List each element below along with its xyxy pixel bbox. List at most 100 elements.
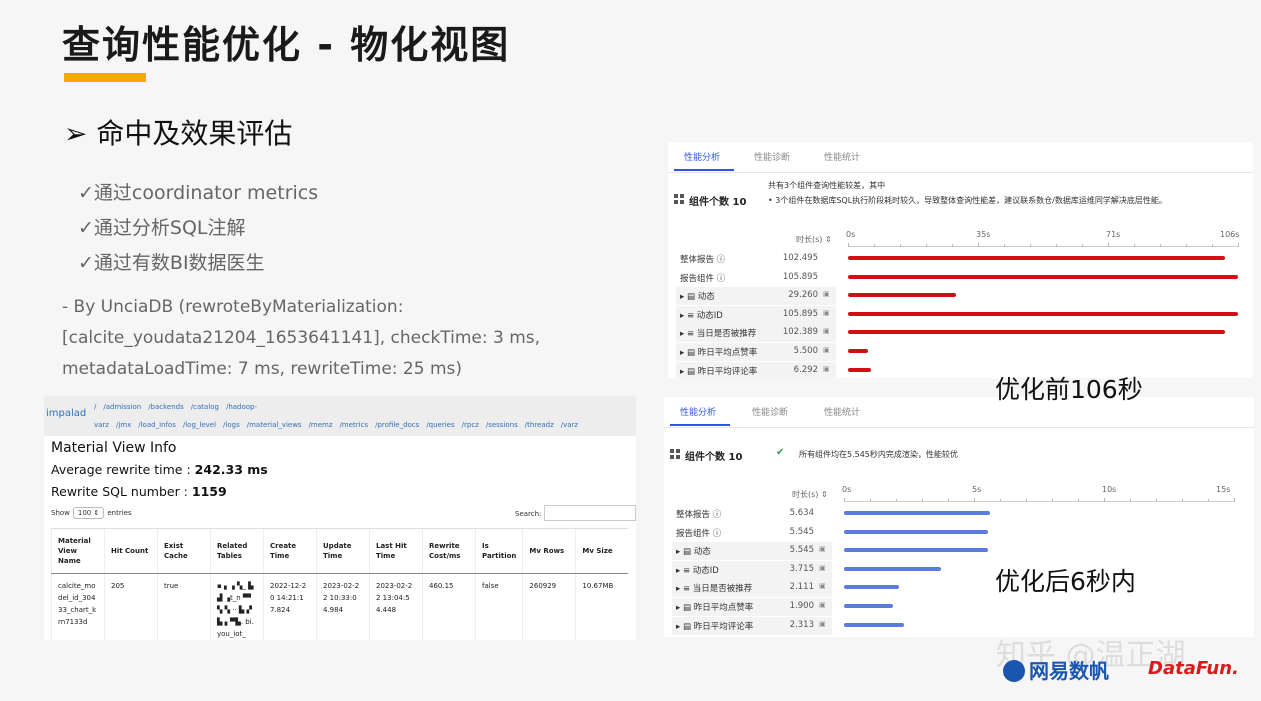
detail-icon[interactable]: ▣ [823, 346, 830, 354]
detail-icon[interactable]: ▣ [819, 545, 826, 553]
component-row-label[interactable]: ▸ ≡ 动态ID [676, 564, 719, 576]
slide-title: 查询性能优化 - 物化视图 [62, 23, 511, 67]
column-header[interactable]: Material View Name [51, 528, 105, 574]
column-header[interactable]: Is Partition [474, 528, 523, 574]
tab-performance-analysis[interactable]: 性能分析 [684, 150, 720, 163]
detail-icon[interactable]: ▣ [823, 365, 830, 373]
component-row-label[interactable]: ▸ ≡ 当日是否被推荐 [680, 327, 756, 339]
after-label: 优化后6秒内 [995, 567, 1136, 596]
detail-icon[interactable]: ▣ [819, 620, 826, 628]
nav-link[interactable]: /logs [223, 421, 240, 429]
duration-header[interactable]: 时长(s) ⇕ [796, 234, 832, 245]
nav-link[interactable]: /catalog [191, 403, 219, 411]
tab-performance-diagnosis[interactable]: 性能诊断 [754, 150, 790, 163]
nav-link[interactable]: / [94, 403, 96, 411]
perf-panel-after: 性能分析 性能诊断 性能统计 组件个数 10 ✔ 所有组件均在5.545秒内完成… [664, 397, 1254, 637]
impalad-brand[interactable]: impalad [46, 408, 86, 419]
axis-minor-tick [896, 499, 897, 502]
component-duration-value: 2.111 [789, 582, 814, 593]
avg-value: 242.33 ms [194, 462, 268, 477]
component-row-label[interactable]: ▸ ▤ 昨日平均点赞率 [680, 346, 757, 358]
axis-minor-tick [1026, 499, 1027, 502]
component-row-label[interactable]: ▸ ▤ 昨日平均点赞率 [676, 601, 753, 613]
show-label: Show [51, 509, 70, 517]
detail-icon[interactable]: ▣ [823, 327, 830, 335]
log-line: metadataLoadTime: 7 ms, rewriteTime: 25 … [62, 359, 462, 379]
duration-bar [844, 566, 941, 571]
component-row-label[interactable]: ▸ ▤ 昨日平均评论率 [676, 620, 753, 632]
component-duration-value: 102.389 [782, 327, 818, 338]
before-label: 优化前106秒 [995, 375, 1143, 404]
duration-bar [844, 548, 989, 553]
component-row-label[interactable]: ▸ ≡ 动态ID [680, 309, 723, 321]
nav-link[interactable]: /threadz [525, 421, 554, 429]
column-header[interactable]: Rewrite Cost/ms [422, 528, 476, 574]
tab-performance-analysis[interactable]: 性能分析 [680, 405, 716, 418]
nav-link[interactable]: /admission [103, 403, 141, 411]
nav-link[interactable]: /load_infos [138, 421, 176, 429]
detail-icon[interactable]: ▣ [819, 582, 826, 590]
perf-panel-before: 性能分析 性能诊断 性能统计 组件个数 10 共有3个组件查询性能较差，其中 •… [668, 142, 1253, 378]
detail-icon[interactable]: ▣ [823, 290, 830, 298]
component-row-label[interactable]: ▸ ▤ 动态 [676, 545, 711, 557]
detail-icon[interactable]: ▣ [819, 564, 826, 572]
column-header[interactable]: Update Time [316, 528, 370, 574]
active-tab-indicator [670, 424, 730, 426]
table-cell: 260929 [522, 573, 576, 640]
nav-link[interactable]: /backends [148, 403, 184, 411]
axis-tick [848, 243, 849, 247]
entries-select[interactable]: 100 ⇕ [72, 507, 105, 519]
nav-link[interactable]: /queries [426, 421, 454, 429]
component-row-label[interactable]: ▸ ▤ 昨日平均评论率 [680, 365, 757, 377]
duration-bar [848, 311, 1238, 316]
component-row-label[interactable]: ▸ ▤ 动态 [680, 290, 715, 302]
column-header[interactable]: Last Hit Time [369, 528, 423, 574]
nav-link[interactable]: /rpcz [462, 421, 479, 429]
duration-bar [844, 585, 899, 590]
show-entries: Show 100 ⇕ entries [51, 507, 132, 519]
nav-link[interactable]: /sessions [486, 421, 518, 429]
nav-link[interactable]: /metrics [340, 421, 369, 429]
axis-line [844, 501, 1234, 502]
tab-performance-diagnosis[interactable]: 性能诊断 [752, 405, 788, 418]
nav-link[interactable]: /jmx [116, 421, 131, 429]
component-duration-value: 6.292 [793, 364, 818, 375]
axis-minor-tick [952, 244, 953, 247]
table-cell: false [474, 573, 523, 640]
column-header[interactable]: Exist Cache [157, 528, 211, 574]
column-header[interactable]: Mv Rows [522, 528, 576, 574]
axis-tick [1234, 498, 1235, 502]
duration-header[interactable]: 时长(s) ⇕ [792, 489, 828, 500]
nav-link[interactable]: /material_views [247, 421, 302, 429]
axis-tick-label: 106s [1220, 230, 1240, 239]
average-rewrite-time: Average rewrite time : 242.33 ms [51, 462, 268, 477]
axis-minor-tick [870, 499, 871, 502]
nav-link[interactable]: /profile_docs [375, 421, 419, 429]
column-header[interactable]: Hit Count [104, 528, 158, 574]
column-header[interactable]: Mv Size [575, 528, 629, 574]
component-count: 组件个数 10 [685, 452, 743, 463]
column-header[interactable]: Create Time [263, 528, 317, 574]
component-duration-value: 105.895 [782, 308, 818, 319]
nav-link[interactable]: /log_level [183, 421, 216, 429]
column-header[interactable]: Related Tables [210, 528, 264, 574]
tab-performance-stats[interactable]: 性能统计 [824, 405, 860, 418]
axis-minor-tick [1186, 244, 1187, 247]
impalad-screenshot: impalad //admission/backends/catalog/had… [44, 396, 636, 640]
table-cell: 205 [104, 573, 158, 640]
search-input[interactable] [544, 505, 636, 521]
detail-icon[interactable]: ▣ [819, 601, 826, 609]
detail-icon[interactable]: ▣ [823, 309, 830, 317]
axis-minor-tick [922, 499, 923, 502]
component-duration-value: 102.495 [782, 253, 818, 263]
nav-link[interactable]: /memz [309, 421, 333, 429]
component-grid-icon [670, 449, 680, 459]
axis-line [848, 246, 1238, 247]
component-row-label[interactable]: ▸ ≡ 当日是否被推荐 [676, 582, 752, 594]
axis-tick [1104, 498, 1105, 502]
nav-link[interactable]: /varz [561, 421, 578, 429]
tab-performance-stats[interactable]: 性能统计 [824, 150, 860, 163]
axis-minor-tick [1004, 244, 1005, 247]
log-line: [calcite_youdata21204_1653641141], check… [62, 328, 541, 348]
axis-tick-label: 10s [1102, 485, 1117, 494]
